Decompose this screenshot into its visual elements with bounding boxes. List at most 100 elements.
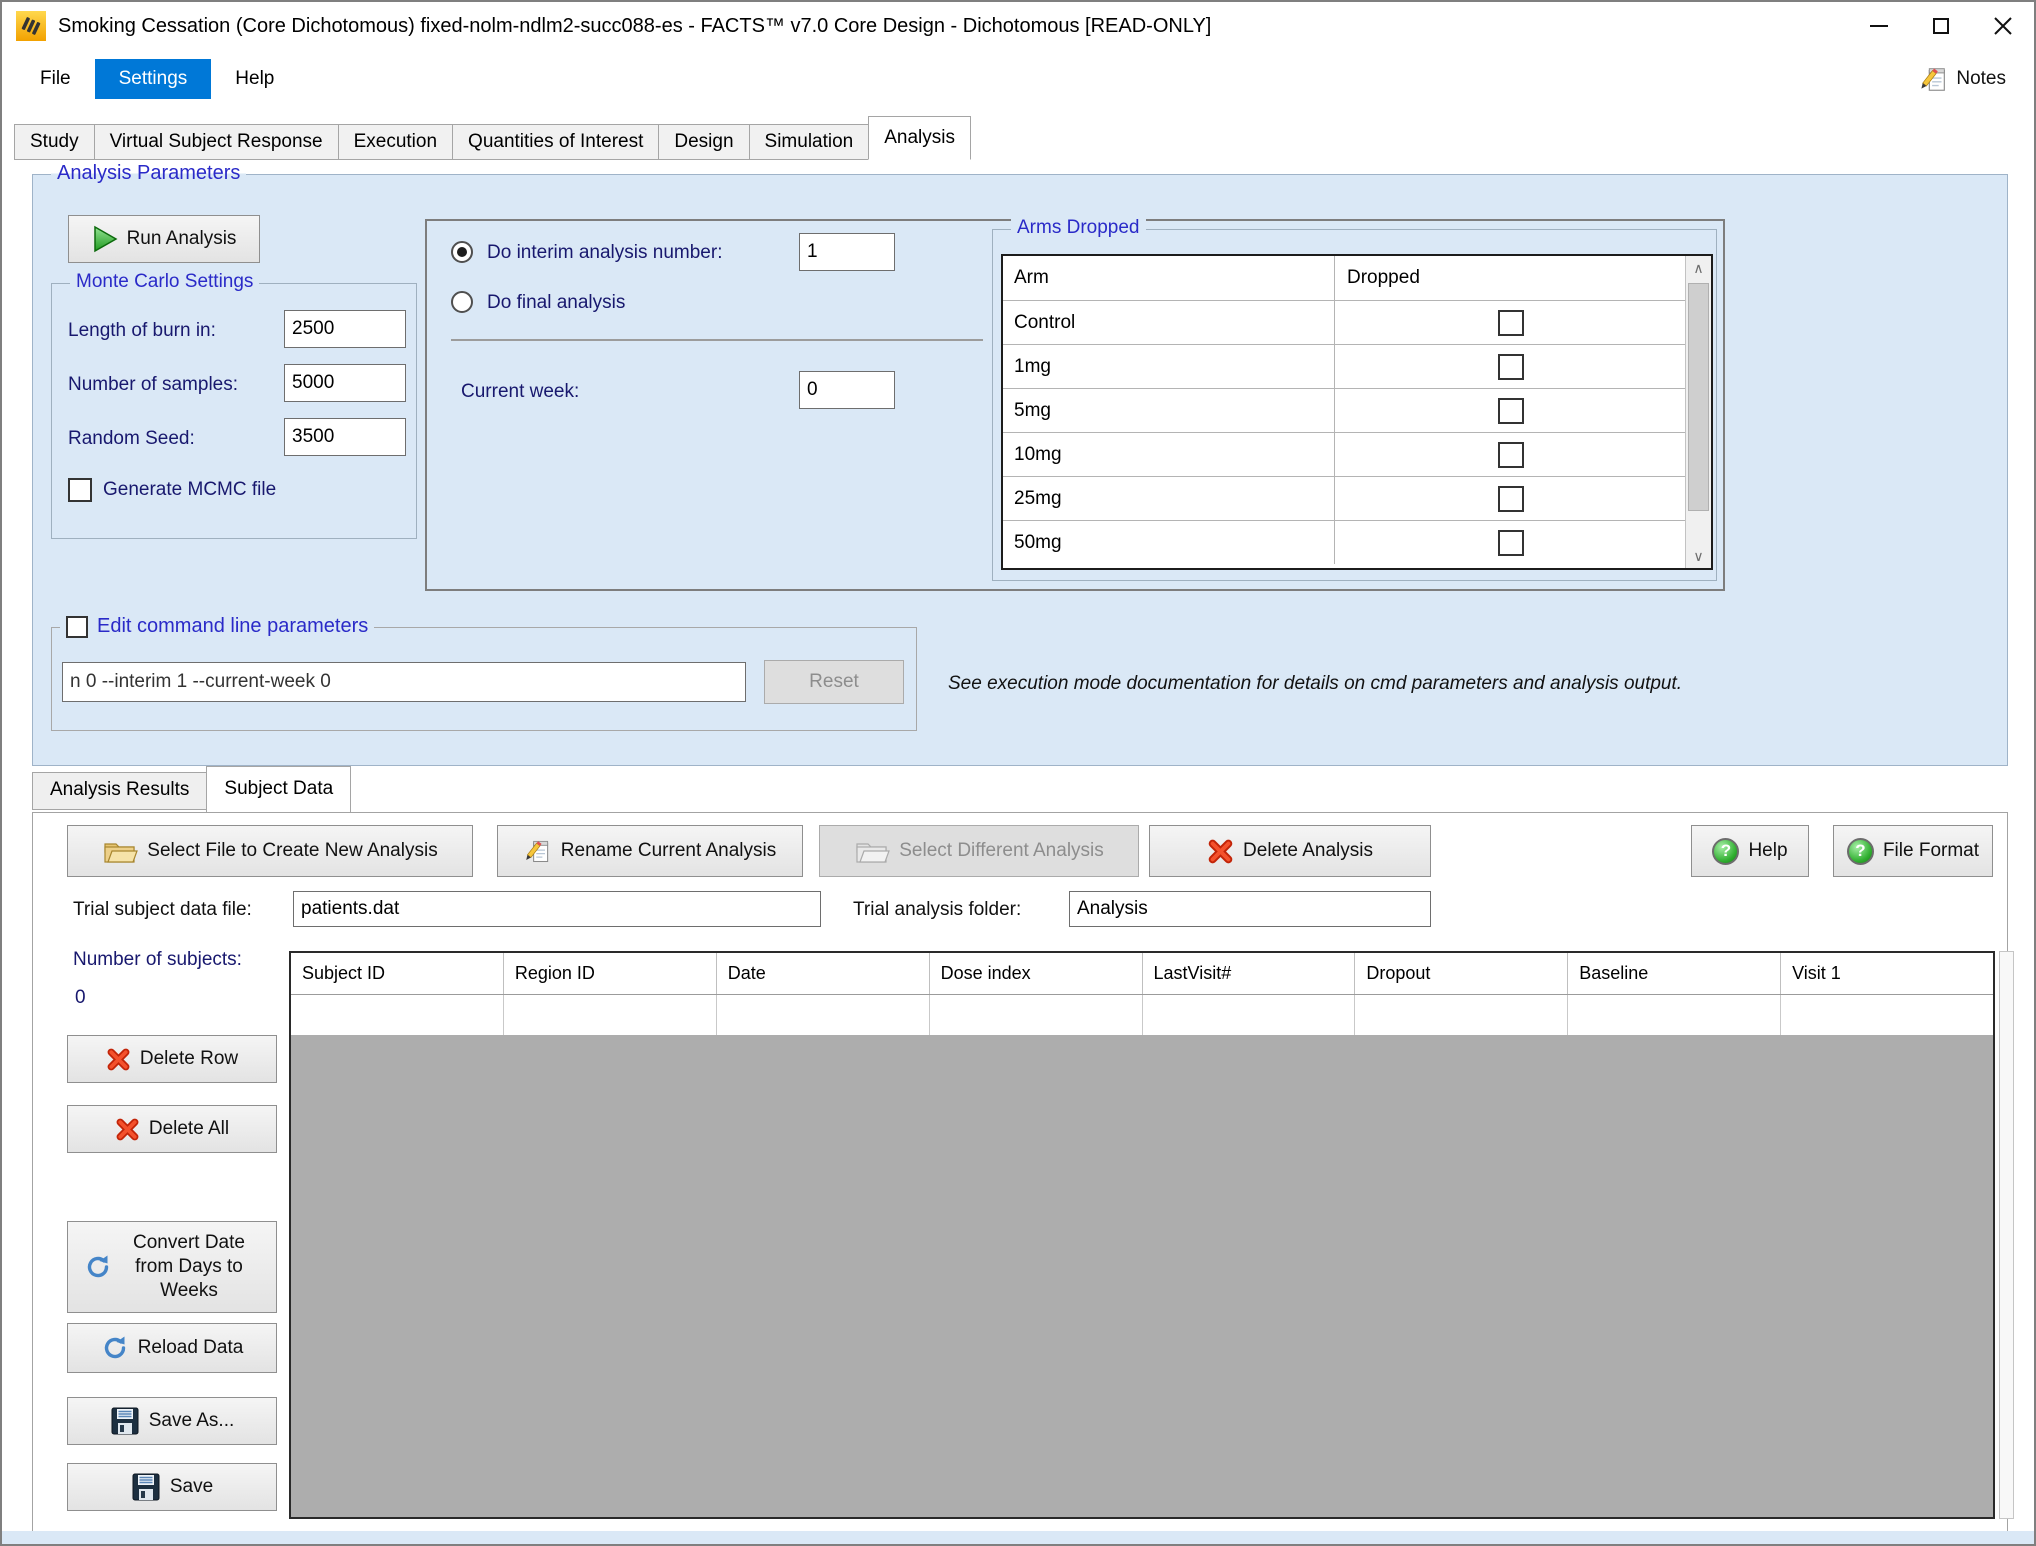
grid-empty-row[interactable] xyxy=(291,995,1993,1035)
reset-button[interactable]: Reset xyxy=(764,660,904,704)
grid-scrollbar[interactable] xyxy=(1999,951,2014,1519)
final-radio[interactable] xyxy=(451,291,473,313)
trial-file-label: Trial subject data file: xyxy=(73,899,252,921)
col-date[interactable]: Date xyxy=(717,953,930,994)
app-window: Smoking Cessation (Core Dichotomous) fix… xyxy=(0,0,2036,1546)
subject-data-panel: Select File to Create New Analysis Renam… xyxy=(32,812,2008,1534)
generate-mcmc-checkbox[interactable] xyxy=(68,478,92,502)
subject-count-label: Number of subjects: xyxy=(73,949,242,971)
scroll-up-icon[interactable]: ∧ xyxy=(1686,256,1711,280)
scrollbar-thumb[interactable] xyxy=(1688,283,1709,511)
footer-strip xyxy=(2,1531,2034,1544)
menu-help[interactable]: Help xyxy=(211,59,298,99)
file-format-label: File Format xyxy=(1883,840,1979,862)
red-x-icon xyxy=(115,1117,140,1142)
notes-label: Notes xyxy=(1956,68,2006,90)
window-controls xyxy=(1848,2,2034,50)
tab-virtual-subject-response[interactable]: Virtual Subject Response xyxy=(94,124,339,160)
dropped-checkbox[interactable] xyxy=(1498,442,1524,468)
file-format-button[interactable]: ? File Format xyxy=(1833,825,1993,877)
main-tab-strip: Study Virtual Subject Response Execution… xyxy=(14,108,2022,160)
monte-carlo-group: Monte Carlo Settings Length of burn in: … xyxy=(51,283,417,539)
arm-name: 10mg xyxy=(1003,433,1335,476)
notepad-pencil-icon xyxy=(1919,64,1949,94)
select-file-new-analysis-button[interactable]: Select File to Create New Analysis xyxy=(67,825,473,877)
interim-radio[interactable] xyxy=(451,241,473,263)
burn-in-input[interactable] xyxy=(284,310,406,348)
dropped-checkbox[interactable] xyxy=(1498,486,1524,512)
reload-data-button[interactable]: Reload Data xyxy=(67,1323,277,1373)
tab-analysis[interactable]: Analysis xyxy=(868,116,971,160)
trial-folder-input[interactable] xyxy=(1069,891,1431,927)
tab-subject-data[interactable]: Subject Data xyxy=(206,766,351,812)
run-analysis-button[interactable]: Run Analysis xyxy=(68,215,260,263)
samples-input[interactable] xyxy=(284,364,406,402)
tab-execution[interactable]: Execution xyxy=(338,124,453,160)
arms-header-row: Arm Dropped xyxy=(1003,256,1711,300)
menu-file[interactable]: File xyxy=(16,59,95,99)
arm-name: 25mg xyxy=(1003,477,1335,520)
save-button[interactable]: Save xyxy=(67,1463,277,1511)
minimize-button[interactable] xyxy=(1848,2,1910,50)
analysis-parameters-group: Analysis Parameters Run Analysis Monte C… xyxy=(32,174,2008,766)
menu-settings[interactable]: Settings xyxy=(95,59,212,99)
delete-all-label: Delete All xyxy=(149,1118,229,1140)
col-baseline[interactable]: Baseline xyxy=(1568,953,1781,994)
trial-file-input[interactable] xyxy=(293,891,821,927)
current-week-input[interactable] xyxy=(799,371,895,409)
notes-button[interactable]: Notes xyxy=(1919,64,2006,94)
dropped-checkbox[interactable] xyxy=(1498,310,1524,336)
convert-date-button[interactable]: Convert Date from Days to Weeks xyxy=(67,1221,277,1313)
arms-scrollbar[interactable]: ∧ ∨ xyxy=(1685,256,1711,568)
minimize-icon xyxy=(1870,25,1888,27)
tab-simulation[interactable]: Simulation xyxy=(749,124,870,160)
dropped-checkbox[interactable] xyxy=(1498,398,1524,424)
col-subject-id[interactable]: Subject ID xyxy=(291,953,504,994)
generate-mcmc-row: Generate MCMC file xyxy=(68,478,276,502)
col-lastvisit[interactable]: LastVisit# xyxy=(1143,953,1356,994)
refresh-icon xyxy=(101,1334,129,1362)
col-dose-index[interactable]: Dose index xyxy=(930,953,1143,994)
dropped-column-header: Dropped xyxy=(1335,256,1687,300)
arms-row: 50mg xyxy=(1003,520,1711,564)
cmd-params-group: Edit command line parameters Reset xyxy=(51,627,917,731)
maximize-icon xyxy=(1933,18,1949,34)
dropped-checkbox[interactable] xyxy=(1498,354,1524,380)
subject-data-grid: Subject ID Region ID Date Dose index Las… xyxy=(289,951,1995,1519)
cmd-params-input[interactable] xyxy=(62,662,746,702)
play-icon xyxy=(92,225,118,253)
delete-all-button[interactable]: Delete All xyxy=(67,1105,277,1153)
seed-input[interactable] xyxy=(284,418,406,456)
scroll-down-icon[interactable]: ∨ xyxy=(1686,544,1711,568)
col-dropout[interactable]: Dropout xyxy=(1355,953,1568,994)
delete-row-button[interactable]: Delete Row xyxy=(67,1035,277,1083)
trial-folder-label: Trial analysis folder: xyxy=(853,899,1021,921)
col-region-id[interactable]: Region ID xyxy=(504,953,717,994)
close-icon xyxy=(1993,16,2013,36)
arm-name: 50mg xyxy=(1003,521,1335,564)
floppy-disk-icon xyxy=(110,1406,140,1436)
edit-cmd-checkbox[interactable] xyxy=(66,616,88,638)
close-button[interactable] xyxy=(1972,2,2034,50)
dropped-checkbox[interactable] xyxy=(1498,530,1524,556)
save-as-button[interactable]: Save As... xyxy=(67,1397,277,1445)
rename-analysis-button[interactable]: Rename Current Analysis xyxy=(497,825,803,877)
question-icon: ? xyxy=(1712,838,1739,865)
interim-label: Do interim analysis number: xyxy=(487,242,722,264)
seed-label: Random Seed: xyxy=(68,428,195,450)
current-week-label: Current week: xyxy=(461,381,579,403)
tab-design[interactable]: Design xyxy=(658,124,749,160)
delete-analysis-button[interactable]: Delete Analysis xyxy=(1149,825,1431,877)
arms-dropped-title: Arms Dropped xyxy=(1011,217,1146,239)
maximize-button[interactable] xyxy=(1910,2,1972,50)
tab-study[interactable]: Study xyxy=(14,124,95,160)
interim-number-input[interactable] xyxy=(799,233,895,271)
tab-quantities-of-interest[interactable]: Quantities of Interest xyxy=(452,124,659,160)
select-different-analysis-button[interactable]: Select Different Analysis xyxy=(819,825,1139,877)
floppy-disk-icon xyxy=(131,1472,161,1502)
help-button[interactable]: ? Help xyxy=(1691,825,1809,877)
tab-analysis-results[interactable]: Analysis Results xyxy=(32,772,207,810)
final-label: Do final analysis xyxy=(487,292,625,314)
col-visit-1[interactable]: Visit 1 xyxy=(1781,953,1993,994)
samples-label: Number of samples: xyxy=(68,374,238,396)
